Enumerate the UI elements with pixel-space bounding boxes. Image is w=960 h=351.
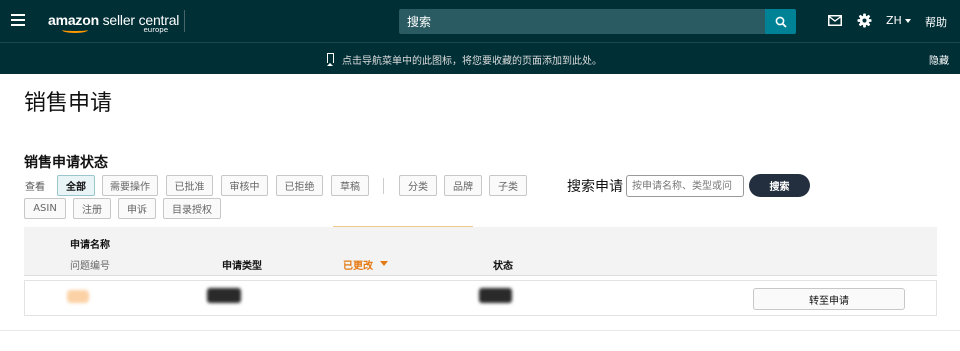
amazon-seller-central-logo[interactable]: amazon seller central europe bbox=[48, 9, 180, 35]
help-link[interactable]: 帮助 bbox=[925, 14, 947, 30]
filter-action-required[interactable]: 需要操作 bbox=[102, 175, 158, 196]
column-header-name: 申请名称 bbox=[70, 240, 110, 251]
filter-draft[interactable]: 草稿 bbox=[331, 175, 369, 196]
language-selector[interactable]: ZH bbox=[886, 14, 911, 27]
filter-catalog-authorization[interactable]: 目录授权 bbox=[163, 198, 221, 219]
hamburger-menu-icon[interactable] bbox=[11, 14, 25, 26]
go-to-application-button[interactable]: 转至申请 bbox=[753, 288, 905, 310]
filter-asin[interactable]: ASIN bbox=[24, 198, 66, 219]
filter-under-review[interactable]: 审核中 bbox=[221, 175, 268, 196]
language-label: ZH bbox=[886, 14, 902, 27]
global-search-button[interactable] bbox=[765, 9, 796, 34]
logo-smile-icon bbox=[62, 27, 88, 33]
global-search bbox=[399, 9, 796, 34]
redacted-status bbox=[479, 288, 512, 303]
nav-divider bbox=[184, 10, 185, 32]
column-header-type: 申请类型 bbox=[222, 261, 262, 272]
gear-icon[interactable] bbox=[857, 13, 872, 28]
filter-subcategory[interactable]: 子类 bbox=[489, 175, 527, 196]
mail-icon[interactable] bbox=[828, 15, 842, 26]
top-navigation-bar: amazon seller central europe ZH 帮助 bbox=[0, 0, 960, 42]
table-header bbox=[24, 227, 937, 276]
column-header-issue-id: 问题编号 bbox=[70, 261, 110, 272]
redacted-application-name[interactable] bbox=[67, 290, 89, 303]
search-applications-label: 搜索申请 bbox=[567, 179, 623, 195]
filter-brand[interactable]: 品牌 bbox=[444, 175, 482, 196]
hide-bookmark-bar-link[interactable]: 隐藏 bbox=[929, 52, 949, 67]
view-label: 查看 bbox=[25, 182, 45, 193]
filter-rejected[interactable]: 已拒绝 bbox=[276, 175, 323, 196]
filter-registration[interactable]: 注册 bbox=[73, 198, 111, 219]
column-header-status: 状态 bbox=[493, 261, 513, 272]
chevron-down-icon bbox=[904, 19, 911, 23]
page-divider bbox=[0, 330, 960, 331]
bookmark-icon bbox=[327, 53, 334, 66]
redacted-application-type bbox=[207, 288, 241, 303]
filter-category[interactable]: 分类 bbox=[399, 175, 437, 196]
filter-all[interactable]: 全部 bbox=[57, 175, 95, 196]
bookmark-bar: 点击导航菜单中的此图标，将您要收藏的页面添加到此处。 隐藏 bbox=[0, 42, 960, 74]
filter-approved[interactable]: 已批准 bbox=[166, 175, 213, 196]
sort-descending-icon[interactable] bbox=[380, 261, 388, 266]
search-applications-input[interactable] bbox=[626, 175, 744, 197]
filter-divider bbox=[383, 178, 384, 194]
filter-appeal[interactable]: 申诉 bbox=[118, 198, 156, 219]
logo-region: europe bbox=[143, 26, 169, 34]
bookmark-hint-text: 点击导航菜单中的此图标，将您要收藏的页面添加到此处。 bbox=[342, 56, 602, 67]
search-icon bbox=[775, 16, 787, 28]
global-search-input[interactable] bbox=[399, 9, 766, 34]
page-title: 销售申请 bbox=[24, 91, 113, 116]
search-applications-button[interactable]: 搜索 bbox=[749, 174, 810, 197]
column-header-updated[interactable]: 已更改 bbox=[343, 257, 373, 272]
section-title: 销售申请状态 bbox=[24, 155, 108, 171]
